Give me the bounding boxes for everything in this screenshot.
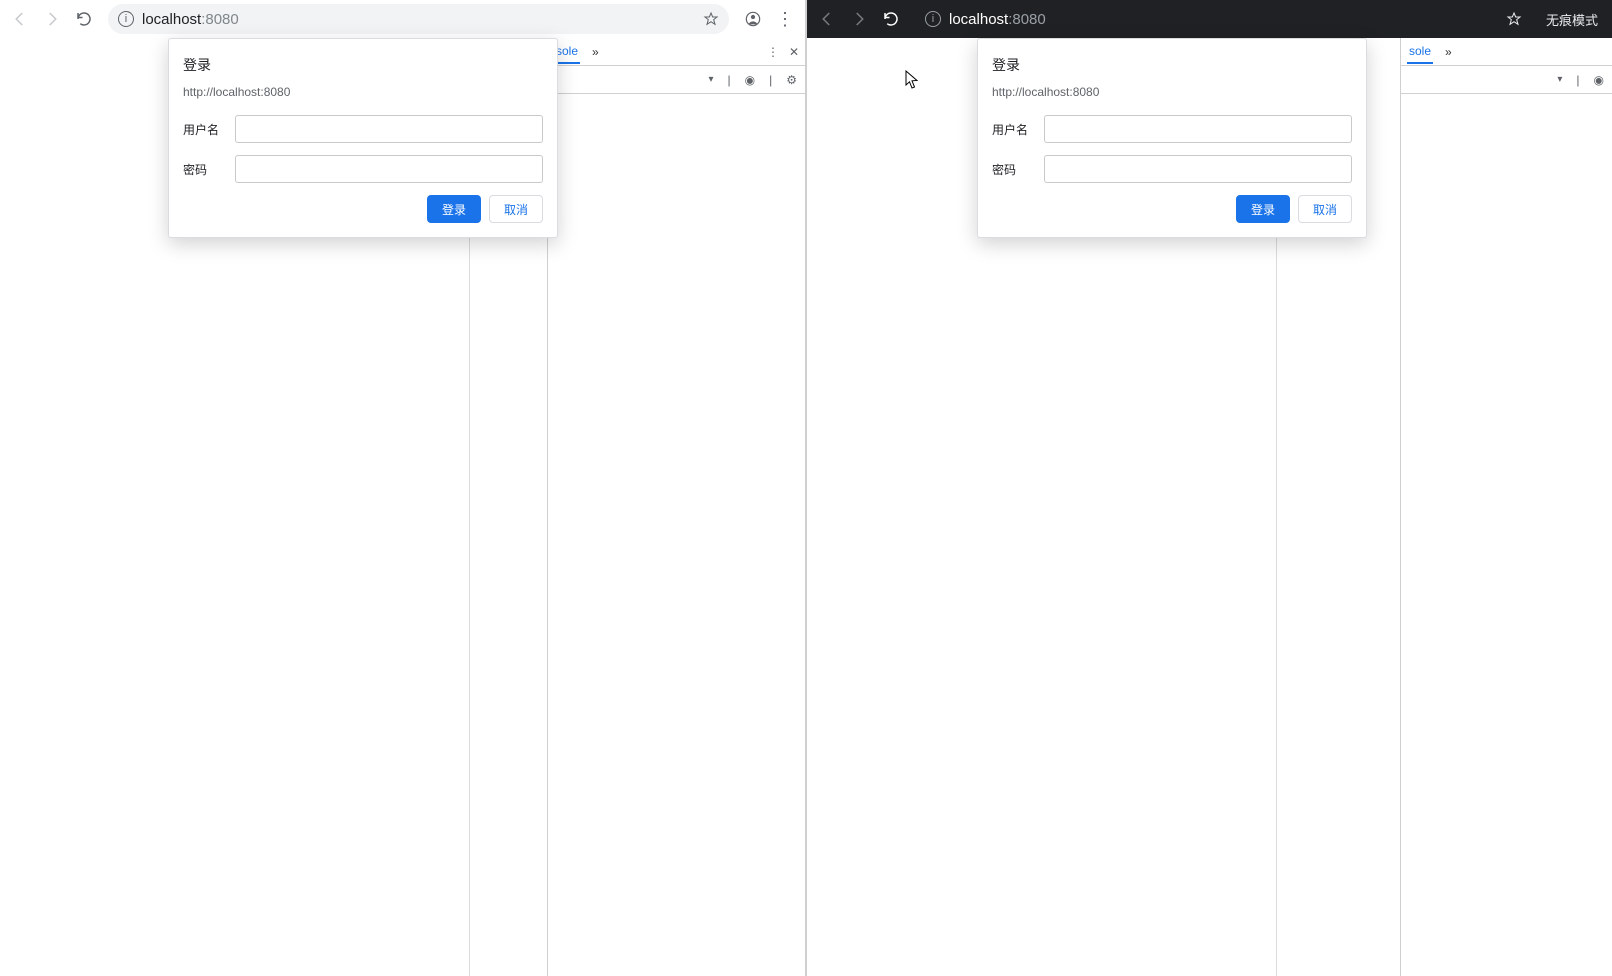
devtools-level-dropdown-icon[interactable]: ▾ bbox=[708, 74, 713, 85]
devtools-tabs-overflow-icon[interactable]: » bbox=[592, 45, 599, 59]
browser-menu-button[interactable]: ⋮ bbox=[771, 5, 799, 33]
back-button[interactable] bbox=[6, 5, 34, 33]
devtools-tabs: sole » ⋮ ✕ bbox=[548, 38, 805, 66]
devtools-settings-icon[interactable]: ⚙ bbox=[786, 73, 797, 87]
reload-button[interactable] bbox=[877, 5, 905, 33]
back-button[interactable] bbox=[813, 5, 841, 33]
url-text: localhost:8080 bbox=[142, 11, 239, 28]
devtools-tabs: sole » bbox=[1401, 38, 1612, 66]
auth-dialog-origin: http://localhost:8080 bbox=[183, 85, 543, 99]
url-port: :8080 bbox=[1008, 11, 1046, 28]
site-info-icon[interactable]: i bbox=[925, 11, 941, 27]
devtools-tabs-overflow-icon[interactable]: » bbox=[1445, 45, 1452, 59]
forward-button[interactable] bbox=[38, 5, 66, 33]
auth-dialog-title: 登录 bbox=[992, 55, 1352, 75]
auth-dialog-origin: http://localhost:8080 bbox=[992, 85, 1352, 99]
auth-dialog-title: 登录 bbox=[183, 55, 543, 75]
password-label: 密码 bbox=[992, 161, 1034, 178]
url-host: localhost bbox=[142, 11, 201, 28]
auth-cancel-button[interactable]: 取消 bbox=[489, 195, 543, 223]
toolbar: i localhost:8080 ⋮ bbox=[0, 0, 805, 38]
profile-avatar-icon[interactable] bbox=[739, 5, 767, 33]
auth-submit-button[interactable]: 登录 bbox=[1236, 195, 1290, 223]
bookmark-star-icon[interactable] bbox=[1506, 11, 1522, 27]
password-input[interactable] bbox=[235, 155, 543, 183]
password-input[interactable] bbox=[1044, 155, 1352, 183]
bookmark-star-icon[interactable] bbox=[703, 11, 719, 27]
site-info-icon[interactable]: i bbox=[118, 11, 134, 27]
devtools-panel: sole » ⋮ ✕ ▾ | ◉ | ⚙ bbox=[547, 38, 805, 976]
browser-window-right: i localhost:8080 无痕模式 sole » ▾ bbox=[807, 0, 1612, 976]
devtools-close-icon[interactable]: ✕ bbox=[789, 45, 799, 59]
devtools-live-expression-icon[interactable]: ◉ bbox=[745, 73, 755, 87]
devtools-toolbar: ▾ | ◉ bbox=[1401, 66, 1612, 94]
auth-dialog: 登录 http://localhost:8080 用户名 密码 登录 取消 bbox=[977, 38, 1367, 238]
auth-cancel-button[interactable]: 取消 bbox=[1298, 195, 1352, 223]
toolbar: i localhost:8080 无痕模式 bbox=[807, 0, 1612, 38]
devtools-menu-icon[interactable]: ⋮ bbox=[767, 45, 779, 59]
devtools-live-expression-icon[interactable]: ◉ bbox=[1594, 73, 1604, 87]
devtools-tab-console[interactable]: sole bbox=[1407, 40, 1433, 64]
auth-dialog: 登录 http://localhost:8080 用户名 密码 登录 取消 bbox=[168, 38, 558, 238]
auth-submit-button[interactable]: 登录 bbox=[427, 195, 481, 223]
forward-button[interactable] bbox=[845, 5, 873, 33]
url-port: :8080 bbox=[201, 11, 239, 28]
url-host: localhost bbox=[949, 11, 1008, 28]
password-label: 密码 bbox=[183, 161, 225, 178]
incognito-indicator[interactable]: 无痕模式 bbox=[1542, 10, 1606, 29]
address-bar[interactable]: i localhost:8080 bbox=[915, 4, 1532, 34]
devtools-toolbar: ▾ | ◉ | ⚙ bbox=[548, 66, 805, 94]
devtools-panel: sole » ▾ | ◉ bbox=[1400, 38, 1612, 976]
address-bar[interactable]: i localhost:8080 bbox=[108, 4, 729, 34]
username-input[interactable] bbox=[1044, 115, 1352, 143]
devtools-level-dropdown-icon[interactable]: ▾ bbox=[1557, 74, 1562, 85]
reload-button[interactable] bbox=[70, 5, 98, 33]
browser-window-left: i localhost:8080 ⋮ sole » ⋮ bbox=[0, 0, 807, 976]
url-text: localhost:8080 bbox=[949, 11, 1046, 28]
username-label: 用户名 bbox=[183, 121, 225, 138]
username-label: 用户名 bbox=[992, 121, 1034, 138]
username-input[interactable] bbox=[235, 115, 543, 143]
